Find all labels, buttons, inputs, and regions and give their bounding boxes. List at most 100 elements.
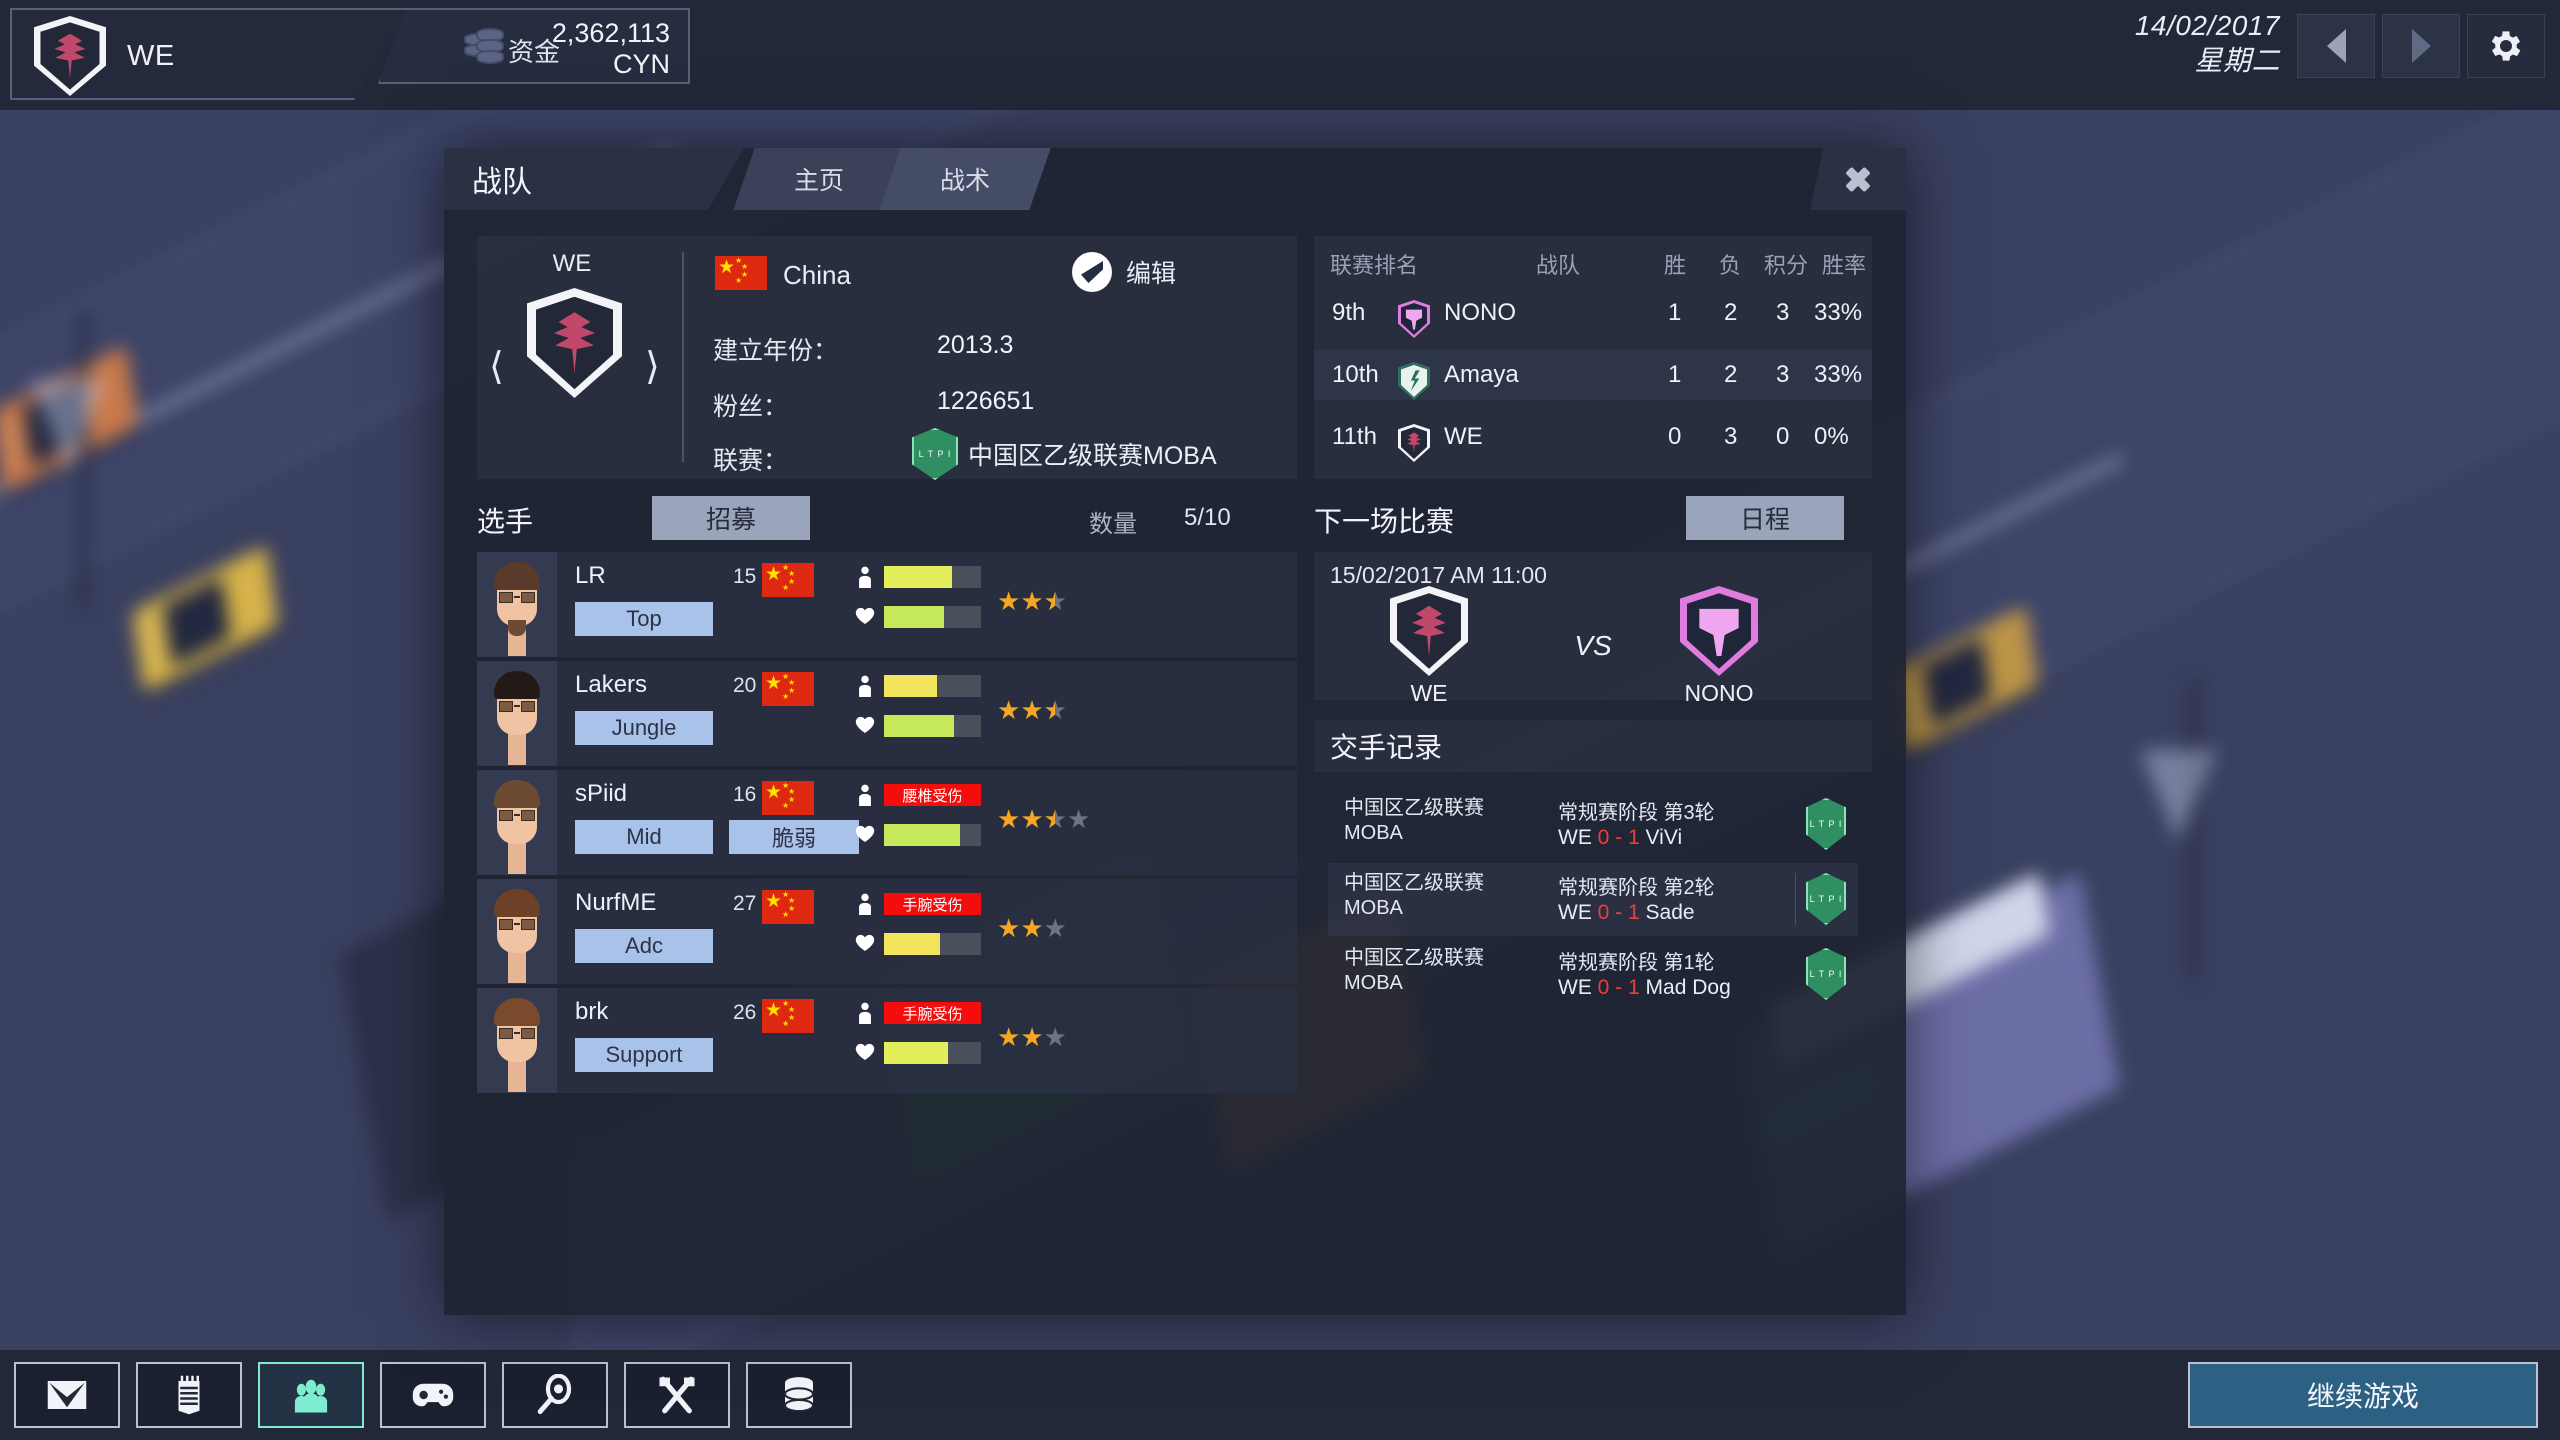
avatar	[477, 988, 557, 1093]
standings-winrate: 0%	[1814, 423, 1849, 450]
coins-icon	[464, 28, 506, 68]
taskbar-database-button[interactable]	[746, 1362, 852, 1428]
chevron-right-icon	[2411, 29, 2431, 63]
player-name: Lakers	[575, 671, 648, 698]
history-score: WE 0 - 1 ViVi	[1558, 826, 1683, 849]
home-team-name: WE	[1410, 680, 1448, 706]
next-team-arrow[interactable]: ⟩	[645, 344, 660, 389]
prev-day-button[interactable]	[2297, 14, 2375, 78]
team-name-label: WE	[127, 40, 175, 72]
players-title: 选手	[477, 506, 534, 537]
chevron-left-icon	[2326, 29, 2346, 63]
star-icon: ★	[1020, 586, 1044, 616]
star-icon: ★	[997, 586, 1021, 616]
next-day-button[interactable]	[2382, 14, 2460, 78]
china-flag-icon: ★ ★ ★ ★ ★	[762, 781, 814, 815]
condition-icon	[855, 784, 875, 808]
table-row[interactable]: 10th Amaya 1 2 3 33%	[1314, 350, 1872, 400]
standings-points: 3	[1776, 361, 1790, 388]
tab-tactics[interactable]: 战术	[879, 148, 1051, 210]
history-row[interactable]: 中国区乙级联赛 MOBA 常规赛阶段 第1轮 WE 0 - 1 Mad Dog L…	[1328, 938, 1858, 1011]
star-half-icon: ★	[1044, 806, 1067, 832]
standings-header-winrate: 胜率	[1822, 253, 1867, 278]
standings-header-team: 战队	[1536, 253, 1581, 278]
player-row[interactable]: LR 15 ★ ★ ★ ★ ★ Top ★ ★ ★	[477, 552, 1297, 657]
edit-button[interactable]: 编辑	[1072, 252, 1176, 292]
settings-button[interactable]	[2467, 14, 2545, 78]
taskbar-notebook-button[interactable]	[136, 1362, 242, 1428]
injury-badge: 手腕受伤	[884, 893, 981, 915]
team-crest-we-icon	[1398, 424, 1430, 462]
history-score: WE 0 - 1 Mad Dog	[1558, 976, 1731, 999]
continue-game-button[interactable]: 继续游戏	[2188, 1362, 2538, 1428]
condition-icon	[855, 893, 875, 917]
condition-bar	[884, 566, 981, 588]
recruit-button[interactable]: 招募	[652, 496, 810, 540]
standings-rank: 11th	[1332, 423, 1377, 450]
history-row[interactable]: 中国区乙级联赛 MOBA 常规赛阶段 第3轮 WE 0 - 1 ViVi L T …	[1328, 788, 1858, 861]
player-name: LR	[575, 562, 606, 589]
next-match-away: NONO	[1644, 586, 1794, 707]
history-stage: 常规赛阶段 第3轮	[1558, 802, 1715, 824]
close-button[interactable]	[1810, 148, 1906, 210]
tools-icon	[659, 1376, 695, 1414]
money-value: 2,362,113 CYN	[552, 18, 670, 80]
player-role-tag[interactable]: Top	[575, 602, 713, 636]
standings-header-wins: 胜	[1664, 253, 1687, 278]
panel-header: 战队 主页 战术	[444, 148, 1906, 210]
avatar	[477, 552, 557, 657]
table-row[interactable]: 9th NONO 1 2 3 33%	[1314, 288, 1872, 338]
taskbar-scout-button[interactable]	[502, 1362, 608, 1428]
divider	[1795, 873, 1796, 925]
league-value-wrap[interactable]: L T P I 中国区乙级联赛MOBA	[912, 428, 1217, 480]
standings-wins: 1	[1668, 299, 1682, 326]
team-chip[interactable]: WE	[10, 8, 410, 100]
players-count-label: 数量	[1089, 511, 1137, 538]
taskbar-team-button[interactable]	[258, 1362, 364, 1428]
china-flag-icon: ★ ★ ★ ★ ★	[762, 890, 814, 924]
avatar	[477, 879, 557, 984]
taskbar-mail-button[interactable]	[14, 1362, 120, 1428]
player-row[interactable]: NurfME 27 ★ ★ ★ ★ ★ Adc 手腕受伤 ★ ★ ★	[477, 879, 1297, 984]
china-flag-icon: ★ ★ ★ ★ ★	[762, 999, 814, 1033]
team-info-name: WE	[552, 250, 592, 277]
history-row[interactable]: 中国区乙级联赛 MOBA 常规赛阶段 第2轮 WE 0 - 1 Sade L T …	[1328, 863, 1858, 936]
table-row[interactable]: 11th WE 0 3 0 0%	[1314, 412, 1872, 462]
league-label: 联赛：	[713, 447, 789, 475]
fans-value: 1226651	[937, 387, 1035, 415]
prev-team-arrow[interactable]: ⟨	[489, 344, 504, 389]
team-crest-nono-icon	[1680, 586, 1758, 676]
taskbar-gamepad-button[interactable]	[380, 1362, 486, 1428]
morale-bar	[884, 933, 981, 955]
standings-points: 0	[1776, 423, 1790, 450]
standings-header-points: 积分	[1764, 253, 1809, 278]
player-row[interactable]: Lakers 20 ★ ★ ★ ★ ★ Jungle ★ ★ ★	[477, 661, 1297, 766]
schedule-button[interactable]: 日程	[1686, 496, 1844, 540]
next-match-card[interactable]: 15/02/2017 AM 11:00 WE VS NONO	[1314, 552, 1872, 706]
league-badge-icon: L T P I	[1806, 948, 1846, 1000]
close-icon	[1841, 162, 1875, 196]
tab-home[interactable]: 主页	[733, 148, 905, 210]
pencil-icon	[1072, 252, 1112, 292]
standings-losses: 2	[1724, 361, 1738, 388]
player-role-tag[interactable]: Jungle	[575, 711, 713, 745]
player-role-tag[interactable]: Support	[575, 1038, 713, 1072]
panel-title: 战队	[444, 148, 744, 210]
star-icon: ★	[1020, 695, 1044, 725]
player-rating-stars: ★ ★ ★ ★	[997, 806, 1090, 832]
fans-label: 粉丝：	[713, 393, 789, 421]
player-trait-tag[interactable]: 脆弱	[729, 820, 859, 854]
standings-wins: 1	[1668, 361, 1682, 388]
player-row[interactable]: brk 26 ★ ★ ★ ★ ★ Support 手腕受伤 ★ ★ ★	[477, 988, 1297, 1093]
player-role-tag[interactable]: Adc	[575, 929, 713, 963]
star-icon: ★	[1020, 1022, 1044, 1052]
player-rating-stars: ★ ★ ★	[997, 697, 1067, 723]
morale-bar	[884, 606, 981, 628]
divider	[682, 252, 684, 462]
player-role-tag[interactable]: Mid	[575, 820, 713, 854]
standings-team: NONO	[1444, 299, 1516, 326]
next-match-header: 下一场比赛 日程	[1314, 496, 1872, 546]
history-stage: 常规赛阶段 第2轮	[1558, 877, 1715, 899]
player-row[interactable]: sPiid 16 ★ ★ ★ ★ ★ Mid 脆弱 腰椎受伤 ★ ★ ★ ★	[477, 770, 1297, 875]
taskbar-tools-button[interactable]	[624, 1362, 730, 1428]
